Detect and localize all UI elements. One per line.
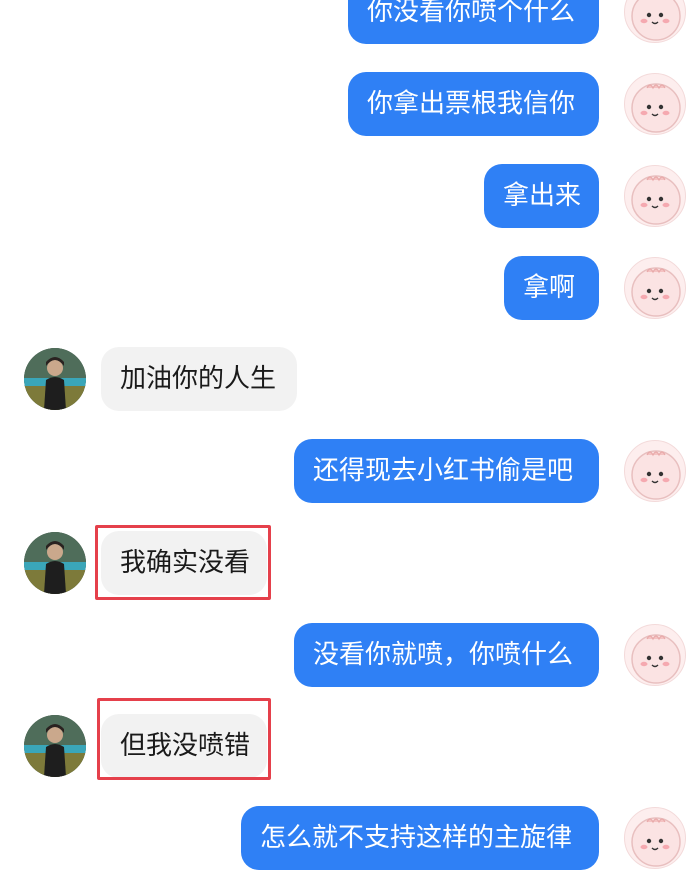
message-text: 你拿出票根我信你	[367, 89, 576, 119]
message-row: 加油你的人生	[0, 347, 700, 411]
message-row: 拿出来	[0, 164, 700, 228]
my-avatar-icon[interactable]	[624, 624, 686, 686]
message-bubble-sent[interactable]: 拿出来	[484, 164, 599, 228]
message-text: 加油你的人生	[120, 364, 277, 394]
message-row: 你拿出票根我信你	[0, 72, 700, 136]
their-avatar-icon[interactable]	[24, 715, 86, 777]
message-bubble-sent[interactable]: 你没看你喷个什么	[348, 0, 599, 44]
my-avatar-icon[interactable]	[624, 807, 686, 869]
message-row: 怎么就不支持这样的主旋律	[0, 806, 700, 870]
message-bubble-sent[interactable]: 没看你就喷，你喷什么	[294, 623, 599, 687]
message-text: 拿出来	[503, 181, 582, 211]
their-avatar-icon[interactable]	[24, 348, 86, 410]
message-row: 还得现去小红书偷是吧	[0, 439, 700, 503]
my-avatar-icon[interactable]	[624, 440, 686, 502]
my-avatar-icon[interactable]	[624, 165, 686, 227]
message-row: 但我没喷错	[0, 698, 700, 780]
my-avatar-icon[interactable]	[624, 257, 686, 319]
message-bubble-sent[interactable]: 怎么就不支持这样的主旋律	[241, 806, 599, 870]
message-text: 拿啊	[523, 273, 576, 303]
message-row: 你没看你喷个什么	[0, 0, 700, 44]
my-avatar-icon[interactable]	[624, 0, 686, 43]
chat-thread: 你没看你喷个什么 你拿出票根我信你 拿出来 拿啊 加油你的人生 还得现去小红书偷…	[0, 0, 700, 890]
highlight-box	[97, 698, 271, 780]
message-text: 你没看你喷个什么	[367, 0, 576, 27]
their-avatar-icon[interactable]	[24, 532, 86, 594]
message-text: 怎么就不支持这样的主旋律	[260, 823, 573, 853]
highlight-box	[95, 525, 271, 600]
message-row: 拿啊	[0, 256, 700, 320]
message-row: 我确实没看	[0, 525, 700, 600]
message-bubble-sent[interactable]: 你拿出票根我信你	[348, 72, 599, 136]
message-text: 还得现去小红书偷是吧	[313, 456, 574, 486]
message-bubble-sent[interactable]: 拿啊	[504, 256, 599, 320]
message-bubble-sent[interactable]: 还得现去小红书偷是吧	[294, 439, 599, 503]
message-text: 没看你就喷，你喷什么	[313, 640, 574, 670]
my-avatar-icon[interactable]	[624, 73, 686, 135]
message-bubble-received[interactable]: 加油你的人生	[101, 347, 297, 411]
message-row: 没看你就喷，你喷什么	[0, 623, 700, 687]
